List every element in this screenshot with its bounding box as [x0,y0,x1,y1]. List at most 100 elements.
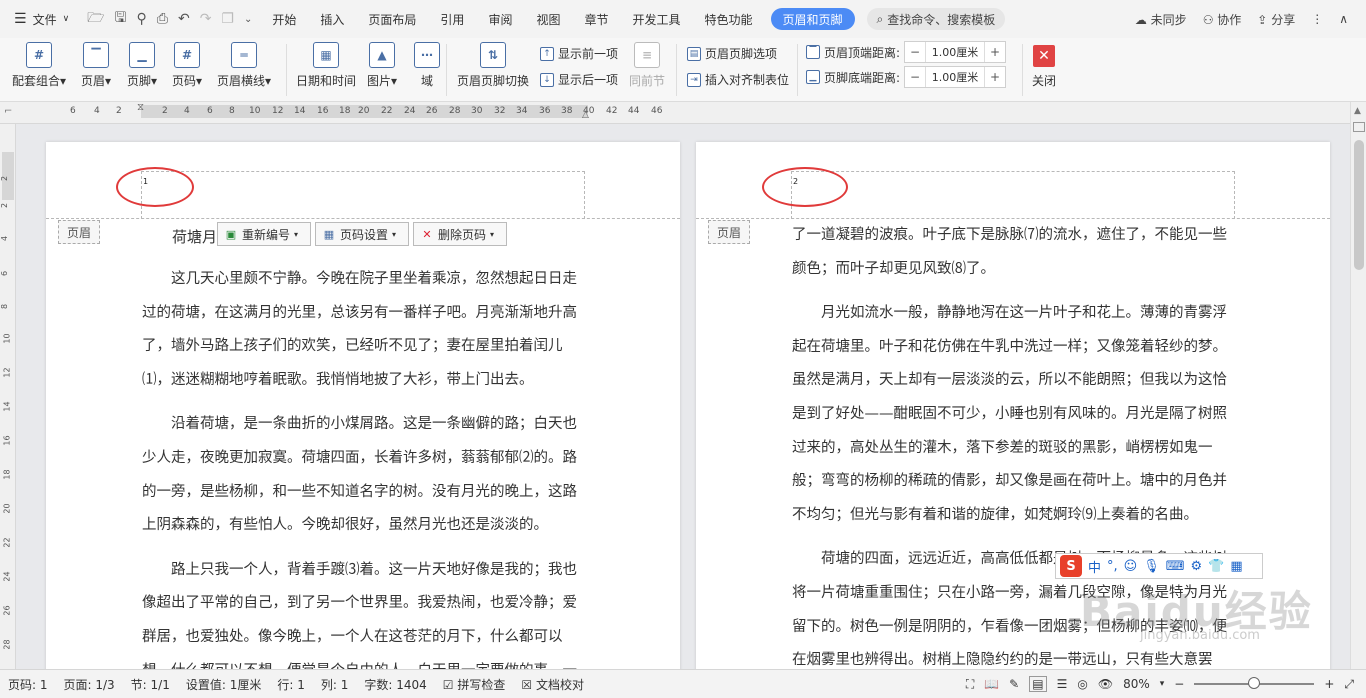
delete-page-number-button[interactable]: ✕ 删除页码 ▾ [413,222,507,246]
renumber-button[interactable]: ▣ 重新编号 ▾ [217,222,311,246]
close-icon[interactable]: ✕ [1033,45,1055,67]
header-footer-options-button[interactable]: ▤ 页眉页脚选项 [687,45,777,62]
page-1-body[interactable]: 这几天心里颇不宁静。今晚在院子里坐着乘凉，忽然想起日日走过的荷塘，在这满月的光里… [142,263,586,669]
date-time-button[interactable]: ▦ 日期和时间 [296,42,356,89]
more-icon[interactable]: ⋮ [1311,12,1323,26]
page-view-icon[interactable]: ▤ [1029,676,1047,692]
indent-marker-icon[interactable]: ⧖ [137,102,144,113]
header-area[interactable] [791,171,1235,219]
field-button[interactable]: ⋯ 域 [414,42,440,89]
decrease-button[interactable]: − [905,42,925,62]
increase-button[interactable]: + [985,42,1005,62]
tab-features[interactable]: 特色功能 [693,0,765,38]
zoom-in-icon[interactable]: + [1324,677,1334,691]
fullscreen-icon[interactable]: ⛶ [966,677,974,692]
sync-button[interactable]: ☁ 未同步 [1135,11,1187,28]
status-col[interactable]: 列: 1 [313,676,357,693]
status-setting[interactable]: 设置值: 1厘米 [178,676,270,693]
punctuation-icon[interactable]: °, [1107,559,1118,574]
footer-bottom-value[interactable]: 1.00厘米 [925,67,986,87]
vertical-ruler[interactable]: 2 2 4 6 8 10 12 14 16 18 20 22 24 26 28 [0,124,16,669]
status-row[interactable]: 行: 1 [269,676,313,693]
file-menu[interactable]: ☰ 文件 ∨ [0,0,79,38]
collapse-ribbon-icon[interactable]: ∧ [1339,12,1348,26]
tab-review[interactable]: 审阅 [476,0,524,38]
paragraph[interactable]: 了一道凝碧的波痕。叶子底下是脉脉⑺的流水，遮住了，不能见一些颜色；而叶子却更见风… [792,219,1236,286]
fit-icon[interactable]: ⤢ [1344,677,1354,692]
format-painter-icon[interactable]: ⚲ [136,11,146,27]
zoom-dropdown-icon[interactable]: ▾ [1160,679,1165,689]
undo-icon[interactable]: ↶ [178,11,190,27]
copy-icon[interactable]: ❐ [221,11,234,27]
vertical-scrollbar[interactable]: ▲ [1350,102,1366,669]
proofread-button[interactable]: ☒ 文档校对 [513,676,592,693]
zoom-level[interactable]: 80% [1123,677,1150,691]
footer-button[interactable]: ▁ 页脚▾ [127,42,157,89]
page-number-button[interactable]: # 页码▾ [172,42,202,89]
show-next-button[interactable]: ↓ 显示后一项 [540,71,618,88]
same-as-previous-button[interactable]: ≡ 同前节 [629,42,665,89]
match-combo-button[interactable]: # 配套组合▾ [12,42,66,89]
web-view-icon[interactable]: ◎ [1077,677,1087,691]
status-section[interactable]: 节: 1/1 [123,676,178,693]
decrease-button[interactable]: − [905,67,925,87]
tab-view[interactable]: 视图 [524,0,572,38]
save-icon[interactable]: 🖫 [115,7,127,31]
collab-button[interactable]: ⚇ 协作 [1203,11,1242,28]
print-preview-icon[interactable]: ⎙ [157,11,168,27]
tab-page-layout[interactable]: 页面布局 [356,0,428,38]
paragraph[interactable]: 这几天心里颇不宁静。今晚在院子里坐着乘凉，忽然想起日日走过的荷塘，在这满月的光里… [142,263,586,397]
microphone-icon[interactable]: 🎙 [1143,559,1160,574]
ime-toolbar[interactable]: S 中 °, ☺ 🎙 ⌨ ⚙ 👕 ▦ [1055,553,1263,579]
keyboard-icon[interactable]: ⌨ [1166,559,1185,574]
header-top-value[interactable]: 1.00厘米 [925,42,986,62]
paragraph[interactable]: 月光如流水一般，静静地泻在这一片叶子和花上。薄薄的青雾浮起在荷塘里。叶子和花仿佛… [792,297,1236,532]
skin-icon[interactable]: 👕 [1208,559,1224,574]
zoom-slider[interactable] [1194,677,1315,689]
paragraph[interactable]: 路上只我一个人，背着手踱⑶着。这一片天地好像是我的；我也像超出了平常的自己，到了… [142,554,586,669]
page-number-settings-button[interactable]: ▦ 页码设置 ▾ [315,222,409,246]
scrollbar-thumb[interactable] [1354,140,1364,270]
show-previous-button[interactable]: ↑ 显示前一项 [540,45,618,62]
status-pages[interactable]: 页面: 1/3 [56,676,123,693]
grid-icon[interactable]: ▦ [1230,559,1242,574]
header-line-button[interactable]: ═ 页眉横线▾ [217,42,271,89]
header-area[interactable] [141,171,585,219]
switch-header-footer-button[interactable]: ⇅ 页眉页脚切换 [457,42,529,89]
tab-home[interactable]: 开始 [260,0,308,38]
zoom-slider-knob[interactable] [1248,677,1261,689]
scroll-up-icon[interactable]: ▲ [1354,106,1361,116]
increase-button[interactable]: + [985,67,1005,87]
insert-align-tab-button[interactable]: ⇥ 插入对齐制表位 [687,71,789,88]
horizontal-ruler[interactable]: ⌐ 6 4 2 2 4 6 8 10 12 14 16 18 20 22 24 … [0,102,1366,124]
right-indent-icon[interactable]: △ [582,110,589,120]
paragraph[interactable]: 沿着荷塘，是一条曲折的小煤屑路。这是一条幽僻的路；白天也少人走，夜晚更加寂寞。荷… [142,408,586,542]
emoji-icon[interactable]: ☺ [1124,559,1138,574]
share-button[interactable]: ⇪ 分享 [1257,11,1295,28]
eye-care-icon[interactable]: 👁 [1098,677,1113,691]
status-page-code[interactable]: 页码: 1 [0,676,56,693]
ime-mode[interactable]: 中 [1088,557,1101,576]
tab-header-footer[interactable]: 页眉和页脚 [770,8,855,30]
outline-view-icon[interactable]: ☰ [1057,677,1068,691]
ruler-toggle-icon[interactable] [1353,122,1365,132]
open-folder-icon[interactable]: 🗁 [87,7,104,31]
close-button[interactable]: 关闭 [1032,72,1056,89]
command-search[interactable]: ⌕ 查找命令、搜索模板 [866,8,1006,30]
redo-icon[interactable]: ↷ [200,11,212,27]
zoom-out-icon[interactable]: − [1174,677,1184,691]
edit-mode-icon[interactable]: ✎ [1009,677,1019,691]
tab-section[interactable]: 章节 [572,0,620,38]
page-1[interactable]: 1 页眉 荷塘月 ▣ 重新编号 ▾ ▦ 页码设置 ▾ ✕ 删除页码 ▾ 这几天心… [46,142,680,669]
reading-mode-icon[interactable]: 📖 [984,677,999,691]
spell-check-button[interactable]: ☑ 拼写检查 [435,676,514,693]
header-button[interactable]: ▔ 页眉▾ [81,42,111,89]
more-chevron-icon[interactable]: ⌄ [244,14,252,25]
footer-icon: ▁ [129,42,156,68]
picture-button[interactable]: ▲ 图片▾ [367,42,397,89]
toolbox-icon[interactable]: ⚙ [1191,559,1203,574]
tab-insert[interactable]: 插入 [308,0,356,38]
tab-developer[interactable]: 开发工具 [620,0,692,38]
status-word-count[interactable]: 字数: 1404 [356,676,434,693]
tab-references[interactable]: 引用 [428,0,476,38]
